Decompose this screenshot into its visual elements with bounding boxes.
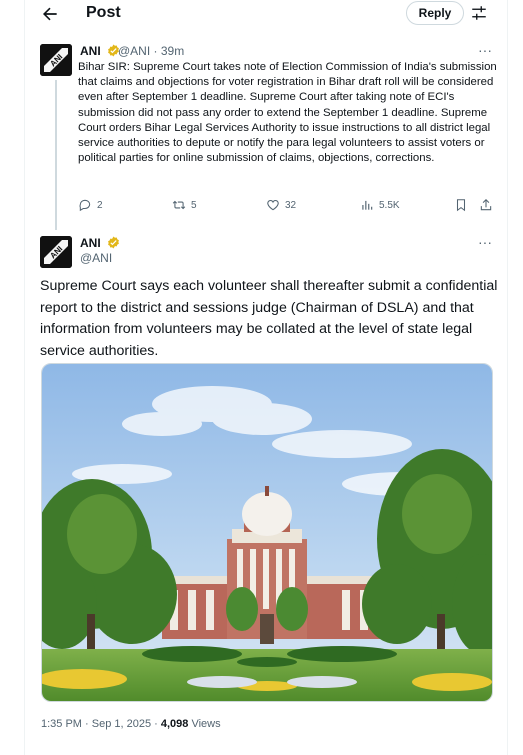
sliders-icon[interactable] <box>470 4 488 22</box>
avatar[interactable]: ANI <box>40 44 72 76</box>
supreme-court-building-image <box>42 364 492 701</box>
like-count: 32 <box>285 199 297 211</box>
thread-connector <box>55 80 57 230</box>
more-options-icon[interactable]: ··· <box>478 42 492 58</box>
views-label: Views <box>188 718 221 730</box>
reply-icon <box>79 199 91 212</box>
author-handle[interactable]: @ANI <box>80 251 112 265</box>
views-total: 4,098 <box>160 718 189 730</box>
back-arrow-icon[interactable] <box>40 4 60 24</box>
share-icon[interactable] <box>479 198 493 212</box>
reply-button[interactable]: Reply <box>406 1 464 25</box>
tweet-timestamp[interactable]: 1:35 PM · Sep 1, 2025 · <box>41 718 161 730</box>
views-chart-icon <box>362 200 373 210</box>
views-action[interactable]: 5.5K <box>360 198 400 212</box>
tweet-photo[interactable] <box>41 363 493 702</box>
tweet-meta: @ANI · 39m <box>118 44 184 58</box>
repost-action[interactable]: 5 <box>172 198 197 212</box>
author-name[interactable]: ANI <box>80 236 120 250</box>
like-action[interactable]: 32 <box>266 198 296 212</box>
author-name-text[interactable]: ANI <box>80 236 101 250</box>
heart-icon <box>267 200 279 211</box>
tweet-actions: 2 5 32 5.5K <box>78 198 498 218</box>
reply-count: 2 <box>97 199 103 211</box>
dot-separator: · <box>153 44 161 58</box>
reply-action[interactable]: 2 <box>78 198 103 212</box>
repost-count: 5 <box>191 199 197 211</box>
tweet-text: Bihar SIR: Supreme Court takes note of E… <box>78 61 497 165</box>
page-title: Post <box>86 4 121 21</box>
repost-icon <box>172 200 186 210</box>
tweet-time[interactable]: 39m <box>161 44 184 58</box>
tweet-footer: 1:35 PM · Sep 1, 2025 · 4,098 Views <box>41 718 221 730</box>
bookmark-icon[interactable] <box>454 198 468 212</box>
ani-logo-icon: ANI <box>40 236 72 268</box>
verified-badge-icon <box>108 236 119 249</box>
author-name[interactable]: ANI <box>80 44 120 58</box>
author-handle[interactable]: @ANI <box>118 44 150 58</box>
post-header: Post Reply <box>0 0 523 30</box>
avatar[interactable]: ANI <box>40 236 72 268</box>
more-options-icon[interactable]: ··· <box>478 234 492 250</box>
ani-logo-icon: ANI <box>40 44 72 76</box>
views-count: 5.5K <box>379 199 400 211</box>
tweet-text: Supreme Court says each volunteer shall … <box>40 278 498 359</box>
author-name-text[interactable]: ANI <box>80 44 101 58</box>
